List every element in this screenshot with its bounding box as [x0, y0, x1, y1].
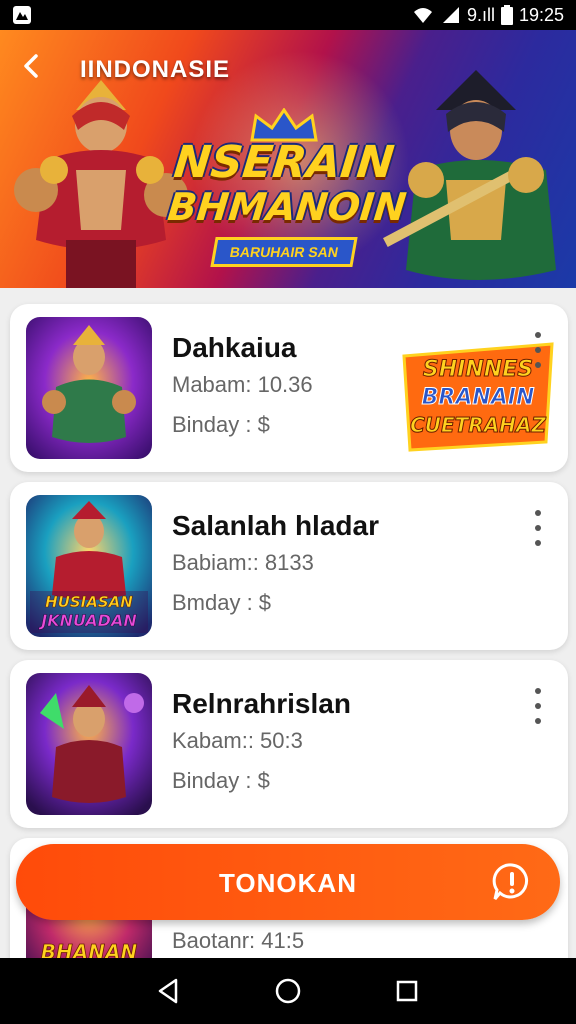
system-navigation-bar	[0, 958, 576, 1024]
game-thumbnail: HUSIASAN JKNUADAN	[26, 495, 152, 637]
more-vert-icon-dot	[535, 718, 541, 724]
game-meta-primary: Baotanr: 41:5	[172, 928, 305, 953]
logo-line-1: NSERAIN	[171, 137, 397, 188]
more-vert-icon-dot	[535, 332, 541, 338]
carrier-text: 9.ıll	[466, 4, 495, 25]
thumb-caption-line-2: JKNUADAN	[38, 611, 137, 630]
clock: 19:25	[518, 4, 564, 25]
primary-action-label: TONOKAN	[219, 868, 357, 898]
logo-ribbon: BARUHAIR SAN	[210, 237, 358, 267]
back-triangle-icon[interactable]	[154, 976, 184, 1006]
game-title: Dahkaiua	[172, 332, 297, 363]
back-button[interactable]	[18, 52, 50, 84]
more-vert-icon-dot	[535, 510, 541, 516]
more-options-button[interactable]	[526, 510, 550, 546]
promo-line-3: CUETRAHAZ	[410, 413, 546, 437]
recents-square-icon[interactable]	[392, 976, 422, 1006]
game-list-item[interactable]: Dahkaiua Mabam: 10.36 Binday : $ SHINNES…	[10, 304, 568, 472]
more-options-button[interactable]	[526, 688, 550, 724]
game-meta-primary: Mabam: 10.36	[172, 372, 313, 397]
more-vert-icon-dot	[535, 540, 541, 546]
promo-line-2: BRANAIN	[422, 385, 535, 410]
banner-title: IINDONASIE	[80, 56, 231, 83]
chat-alert-icon[interactable]	[492, 862, 532, 902]
game-thumbnail	[26, 317, 152, 459]
more-vert-icon-dot	[535, 688, 541, 694]
game-title: Salanlah hladar	[172, 510, 379, 541]
warrior-right-illustration	[383, 70, 556, 280]
game-meta-primary: Babiam:: 8133	[172, 550, 314, 575]
more-options-button[interactable]	[526, 332, 550, 368]
game-list-item[interactable]: Relnrahrislan Kabam:: 50:3 Binday : $	[10, 660, 568, 828]
game-meta-secondary: Binday : $	[172, 412, 270, 437]
hero-banner[interactable]: IINDONASIE NSERAIN BHMANOIN BARUHAIR SAN	[0, 30, 576, 288]
game-thumbnail	[26, 673, 152, 815]
more-vert-icon-dot	[535, 362, 541, 368]
app-screen: 9.ıll 19:25 IINDONASIE NSERAIN BHMANOIN …	[0, 0, 576, 1024]
logo-line-2: BHMANOIN	[165, 185, 409, 229]
gallery-notification-icon	[13, 6, 31, 24]
primary-action-button[interactable]: TONOKAN	[16, 844, 560, 920]
game-list-item[interactable]: HUSIASAN JKNUADAN Salanlah hladar Babiam…	[10, 482, 568, 650]
signal-icon	[442, 7, 459, 23]
wifi-icon	[413, 8, 432, 23]
more-vert-icon-dot	[535, 703, 541, 709]
battery-icon	[500, 5, 513, 25]
game-logo: NSERAIN BHMANOIN BARUHAIR SAN	[165, 107, 409, 267]
game-title: Relnrahrislan	[172, 688, 351, 719]
thumb-caption-line-1: HUSIASAN	[45, 593, 133, 611]
game-meta-primary: Kabam:: 50:3	[172, 728, 303, 753]
back-arrow-icon	[24, 54, 38, 78]
game-meta-secondary: Bmday : $	[172, 590, 272, 615]
promo-line-1: SHINNES	[423, 357, 533, 382]
home-circle-icon[interactable]	[273, 976, 303, 1006]
more-vert-icon-dot	[535, 525, 541, 531]
more-vert-icon-dot	[535, 347, 541, 353]
status-bar: 9.ıll 19:25	[0, 0, 576, 30]
game-meta-secondary: Binday : $	[172, 768, 270, 793]
